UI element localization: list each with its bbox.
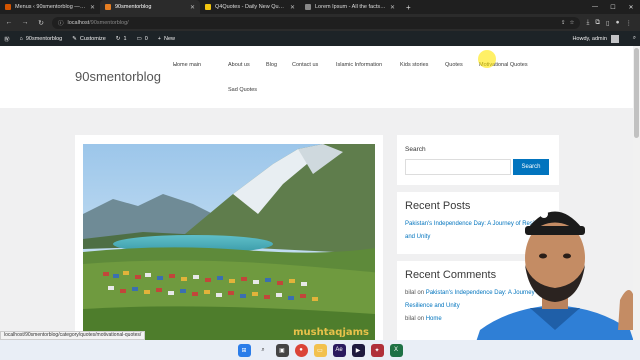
- updates-count: 1: [123, 35, 127, 42]
- app-icon[interactable]: ✦: [370, 343, 384, 357]
- close-icon[interactable]: ✕: [390, 4, 395, 11]
- menu-item-islamic-information[interactable]: Islamic Information: [336, 62, 382, 68]
- site-header: 90smentorblog Home main ⌄ About us Blog …: [0, 46, 640, 108]
- site-info-icon[interactable]: ⓘ: [58, 19, 64, 27]
- new-content-link[interactable]: + New: [158, 36, 175, 42]
- tab-title: 90smentorblog: [115, 4, 152, 10]
- windows-taskbar: ⊞ ⌕ ▣ ● ▭ Ae ▶ ✦ X: [0, 340, 640, 360]
- updates-link[interactable]: ↻ 1: [116, 36, 127, 42]
- search-icon[interactable]: ⌕: [257, 344, 270, 357]
- presenter-webcam-overlay: [470, 210, 640, 360]
- customize-link[interactable]: ✎ Customize: [72, 36, 106, 42]
- image-watermark: mushtaqjams: [293, 327, 369, 338]
- maximize-icon[interactable]: ☐: [604, 0, 622, 14]
- comment-on: on: [417, 316, 425, 322]
- chrome-icon[interactable]: ●: [294, 343, 308, 357]
- search-label: Search: [405, 146, 426, 153]
- comment-post-link[interactable]: Home: [426, 316, 442, 322]
- url-host: localhost: [67, 19, 90, 26]
- close-window-icon[interactable]: ✕: [622, 0, 640, 14]
- avatar: [610, 34, 619, 43]
- new-tab-icon[interactable]: +: [400, 3, 417, 12]
- sidebar-icon[interactable]: ▯: [606, 19, 610, 27]
- scrollbar-thumb[interactable]: [634, 48, 639, 138]
- page-scrollbar[interactable]: [633, 46, 640, 340]
- wordpress-logo-icon[interactable]: Ⓦ: [4, 35, 10, 43]
- download-icon[interactable]: ⤓: [586, 19, 589, 27]
- url-path: /90smentorblog/: [89, 19, 129, 26]
- share-icon[interactable]: ⇪: [561, 20, 566, 26]
- tab-title: Menus ‹ 90smentorblog — Word...: [15, 4, 86, 10]
- close-icon[interactable]: ✕: [190, 4, 195, 11]
- search-icon[interactable]: ⌕: [633, 35, 636, 42]
- menu-item-blog[interactable]: Blog: [266, 62, 277, 68]
- wp-admin-bar: Ⓦ ⌂ 90smentorblog ✎ Customize ↻ 1 ▭ 0 + …: [0, 31, 640, 46]
- admin-site-name: 90smentorblog: [25, 35, 63, 42]
- minimize-icon[interactable]: —: [586, 0, 604, 14]
- reload-icon[interactable]: ↻: [36, 19, 46, 27]
- comment-author[interactable]: bilal: [405, 316, 416, 322]
- landscape-image: [83, 144, 375, 340]
- menu-item-kids-stories[interactable]: Kids stories: [400, 62, 428, 68]
- site-title[interactable]: 90smentorblog: [75, 69, 161, 84]
- new-label: New: [163, 35, 175, 42]
- excel-icon[interactable]: X: [389, 343, 403, 357]
- menu-icon[interactable]: ⋮: [626, 19, 633, 27]
- tab-title: Q4Quotes - Daily New Quotes: [215, 4, 286, 10]
- menu-item-quotes[interactable]: Quotes: [445, 62, 463, 68]
- search-input[interactable]: [405, 159, 511, 175]
- windows-start-icon[interactable]: ⊞: [237, 343, 251, 357]
- comment-author[interactable]: bilal: [405, 290, 416, 296]
- account-menu[interactable]: Howdy, admin: [572, 34, 619, 43]
- premiere-icon[interactable]: ▶: [351, 343, 365, 357]
- site-favicon-icon: [305, 4, 311, 10]
- forward-icon[interactable]: →: [20, 19, 30, 26]
- menu-item-about-us[interactable]: About us: [228, 62, 250, 68]
- address-toolbar: ← → ↻ ⓘ localhost/90smentorblog/ ⇪ ☆ ⤓ ⧉…: [0, 14, 640, 31]
- window-controls: — ☐ ✕: [586, 0, 640, 14]
- browser-tab-bar: Menus ‹ 90smentorblog — Word... ✕ 90smen…: [0, 0, 640, 14]
- menu-item-sad-quotes[interactable]: Sad Quotes: [228, 87, 257, 93]
- url-bar[interactable]: ⓘ localhost/90smentorblog/ ⇪ ☆: [52, 16, 581, 29]
- search-widget: Search Search: [397, 135, 559, 185]
- comment-on: on: [417, 290, 425, 296]
- chevron-down-icon: ⌄: [173, 62, 178, 68]
- customize-label: Customize: [79, 35, 106, 42]
- site-favicon-icon: [205, 4, 211, 10]
- comments-link[interactable]: ▭ 0: [137, 36, 148, 42]
- bookmark-star-icon[interactable]: ☆: [570, 20, 575, 26]
- extensions-icon[interactable]: ⧉: [595, 19, 600, 27]
- tab-title: Lorem Ipsum - All the facts - Lip...: [315, 4, 386, 10]
- search-button[interactable]: Search: [513, 159, 549, 175]
- menu-item-contact-us[interactable]: Contact us: [292, 62, 318, 68]
- site-favicon-icon: [105, 4, 111, 10]
- back-icon[interactable]: ←: [4, 19, 14, 26]
- featured-image[interactable]: mushtaqjams: [83, 144, 375, 340]
- wordpress-favicon-icon: [5, 4, 11, 10]
- browser-tab[interactable]: Lorem Ipsum - All the facts - Lip... ✕: [300, 0, 400, 14]
- browser-tab[interactable]: Q4Quotes - Daily New Quotes ✕: [200, 0, 300, 14]
- howdy-text: Howdy, admin: [572, 35, 607, 42]
- admin-site-link[interactable]: ⌂ 90smentorblog: [20, 36, 63, 42]
- after-effects-icon[interactable]: Ae: [332, 343, 346, 357]
- profile-icon[interactable]: ●: [616, 19, 620, 27]
- cursor-highlight: [478, 50, 496, 68]
- folder-icon[interactable]: ▭: [313, 343, 327, 357]
- task-view-icon[interactable]: ▣: [275, 343, 289, 357]
- close-icon[interactable]: ✕: [90, 4, 95, 11]
- close-icon[interactable]: ✕: [290, 4, 295, 11]
- status-bar-url: localhost/90smentorblog/category/quotes/…: [0, 331, 146, 340]
- comments-count: 0: [144, 35, 148, 42]
- browser-tab-active[interactable]: 90smentorblog ✕: [100, 0, 200, 14]
- browser-tab[interactable]: Menus ‹ 90smentorblog — Word... ✕: [0, 0, 100, 14]
